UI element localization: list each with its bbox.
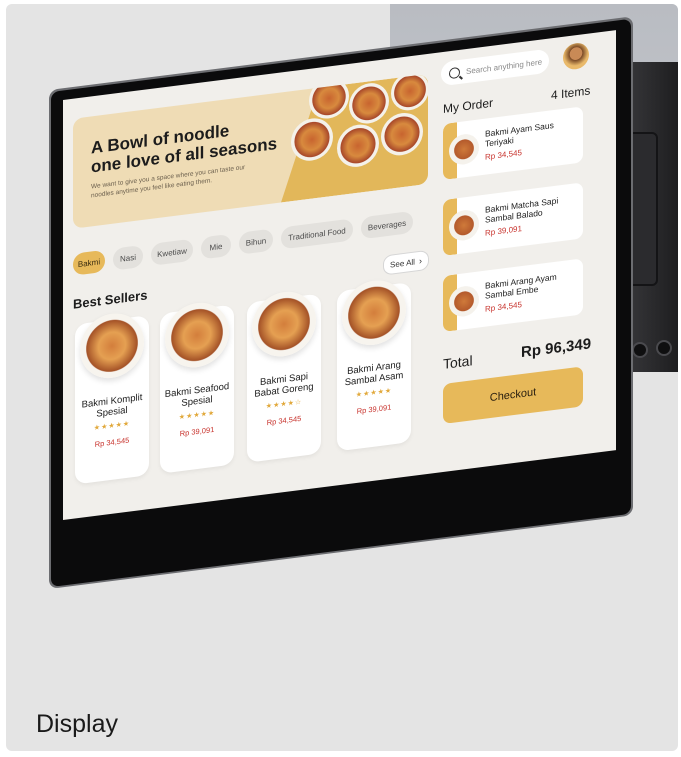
search-icon	[449, 66, 460, 79]
tab-mie[interactable]: Mie	[201, 233, 231, 260]
tab-nasi[interactable]: Nasi	[113, 244, 143, 271]
order-item-count: 4 Items	[551, 83, 591, 103]
mount-bolt	[632, 342, 648, 358]
see-all-button[interactable]: See All ›	[383, 249, 429, 276]
my-order-title: My Order	[443, 95, 494, 116]
order-item-price: Rp 34,545	[485, 300, 522, 314]
dish-image	[252, 288, 316, 361]
photo-card: A Bowl of noodle one love of all seasons…	[6, 4, 678, 751]
dish-image	[80, 309, 144, 382]
order-item-price: Rp 39,091	[485, 224, 522, 238]
caption-label: Display	[36, 710, 118, 738]
product-card[interactable]: Bakmi Arang Sambal Asam ★★★★★ Rp 39,091	[337, 276, 411, 452]
search-placeholder: Search anything here	[466, 56, 543, 76]
product-price: Rp 39,091	[356, 402, 392, 416]
product-card[interactable]: Bakmi Seafood Spesial ★★★★★ Rp 39,091	[160, 299, 234, 474]
checkout-button[interactable]: Checkout	[443, 366, 583, 424]
hero-banner: A Bowl of noodle one love of all seasons…	[73, 73, 428, 229]
mount-bolt	[656, 340, 672, 356]
tab-bakmi[interactable]: Bakmi	[73, 249, 105, 276]
dish-image	[342, 276, 406, 349]
dish-image	[165, 299, 229, 372]
device-screen: A Bowl of noodle one love of all seasons…	[63, 30, 616, 520]
product-price: Rp 34,545	[266, 413, 302, 428]
tab-bihun[interactable]: Bihun	[239, 228, 273, 255]
total-label: Total	[443, 352, 473, 372]
tab-beverages[interactable]: Beverages	[361, 210, 413, 240]
see-all-label: See All	[390, 257, 415, 270]
order-item-price: Rp 34,545	[485, 148, 522, 162]
product-card[interactable]: Bakmi Komplit Spesial ★★★★★ Rp 34,545	[75, 309, 149, 485]
search-input[interactable]: Search anything here	[441, 48, 549, 87]
order-item[interactable]: Bakmi Arang Ayam Sambal Embe Rp 34,545	[443, 258, 583, 332]
order-item[interactable]: Bakmi Ayam Saus Teriyaki Rp 34,545	[443, 106, 583, 180]
total-value: Rp 96,349	[521, 335, 592, 362]
best-sellers-title: Best Sellers	[73, 287, 148, 312]
product-card[interactable]: Bakmi Sapi Babat Goreng ★★★★☆ Rp 34,545	[247, 288, 321, 463]
product-price: Rp 34,545	[94, 435, 130, 449]
chevron-right-icon: ›	[418, 255, 422, 267]
order-item-name: Bakmi Ayam Saus Teriyaki	[485, 119, 554, 149]
order-item-name: Bakmi Arang Ayam Sambal Embe	[485, 271, 557, 301]
order-item-name: Bakmi Matcha Sapi Sambal Balado	[485, 195, 559, 225]
order-sidebar: Search anything here My Order 4 Items Ba…	[441, 30, 616, 472]
tab-kwetiaw[interactable]: Kwetiaw	[151, 238, 193, 266]
product-price: Rp 39,091	[179, 424, 215, 439]
avatar[interactable]	[563, 41, 589, 71]
order-item[interactable]: Bakmi Matcha Sapi Sambal Balado Rp 39,09…	[443, 182, 583, 256]
tab-traditional-food[interactable]: Traditional Food	[281, 218, 353, 250]
